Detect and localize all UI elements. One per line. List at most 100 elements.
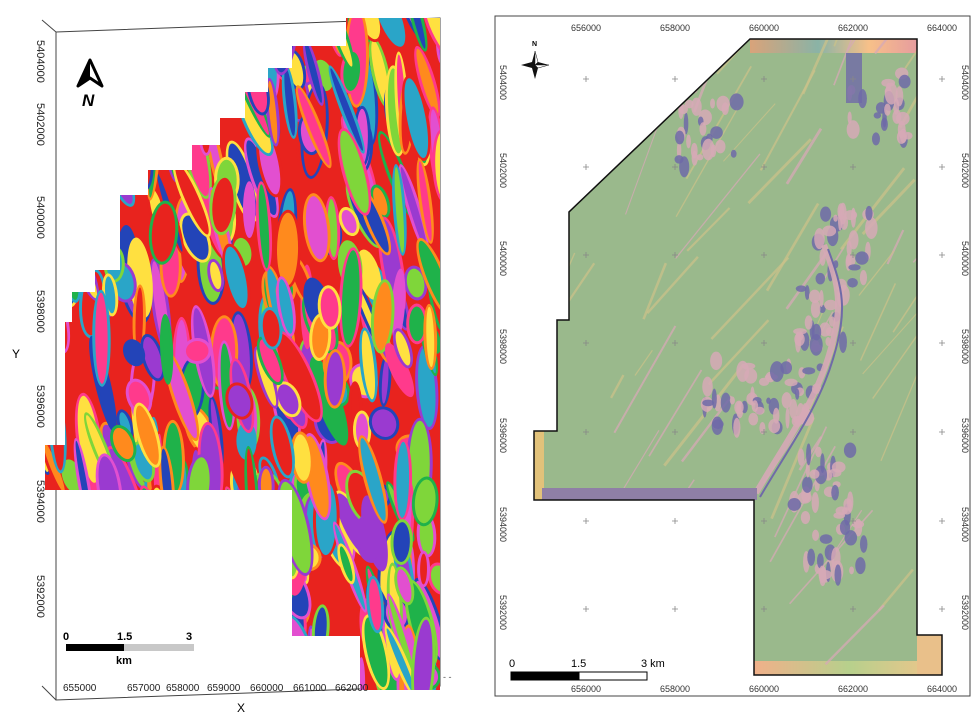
anomaly-blob	[178, 25, 192, 113]
relief-feature	[802, 367, 816, 375]
anomaly-blob	[191, 91, 216, 140]
anomaly-blob	[235, 26, 246, 80]
anomaly-blob	[77, 519, 107, 610]
anomaly-blob	[54, 18, 70, 79]
left-map-panel: N 0 1.5 3 km 5404000 5402000 5400000 539…	[0, 0, 470, 718]
relief-feature	[679, 156, 690, 178]
anomaly-blob	[204, 18, 240, 65]
relief-feature	[686, 134, 691, 149]
anomaly-blob-outline	[158, 494, 188, 585]
relief-feature	[811, 492, 819, 513]
left-north-label: N	[82, 91, 95, 110]
relief-feature	[675, 130, 685, 145]
right-y-tick-left: 5402000	[498, 153, 508, 188]
relief-feature	[855, 251, 869, 265]
relief-feature	[859, 535, 868, 553]
relief-feature	[849, 566, 854, 575]
anomaly-blob-outline	[162, 87, 184, 183]
right-x-tick-top: 664000	[927, 23, 957, 33]
anomaly-blob-outline	[202, 18, 242, 67]
right-scale-label-1: 1.5	[571, 658, 586, 670]
left-north-arrow-icon	[76, 58, 104, 88]
left-y-axis-label: Y	[12, 347, 20, 361]
anomaly-blob-outline	[185, 512, 225, 595]
anomaly-blob	[106, 111, 134, 163]
anomaly-blob-outline	[56, 147, 86, 240]
relief-feature	[780, 361, 793, 375]
anomaly-blob	[265, 524, 283, 610]
relief-feature	[811, 323, 822, 341]
anomaly-blob	[47, 168, 74, 227]
anomaly-blob-outline	[206, 499, 235, 543]
anomaly-blob	[238, 610, 270, 682]
right-y-tick-left: 5394000	[498, 507, 508, 542]
relief-feature	[884, 82, 898, 105]
anomaly-blob	[198, 109, 209, 151]
anomaly-blob	[194, 618, 217, 690]
anomaly-blob-outline	[198, 566, 218, 596]
anomaly-blob	[201, 569, 215, 593]
anomaly-blob-outline	[68, 578, 88, 665]
anomaly-blob-outline	[136, 140, 154, 191]
relief-feature	[702, 376, 713, 397]
relief-feature	[848, 230, 859, 250]
relief-feature	[702, 399, 715, 407]
anomaly-blob-outline	[220, 524, 240, 561]
anomaly-blob	[118, 538, 149, 630]
anomaly-blob	[200, 81, 217, 106]
left-y-tick: 5400000	[34, 196, 46, 239]
anomaly-blob-outline	[115, 518, 130, 554]
anomaly-blob-outline	[175, 22, 195, 116]
anomaly-blob	[139, 143, 151, 188]
anomaly-blob	[174, 535, 186, 600]
right-y-tick-left: 5392000	[498, 595, 508, 630]
right-x-tick-bottom: 660000	[749, 684, 779, 694]
left-y-ticks: 5404000 5402000 5400000 5398000 5396000 …	[34, 40, 46, 618]
anomaly-blob	[252, 542, 267, 584]
anomaly-blob	[166, 18, 177, 62]
relief-feature	[837, 203, 845, 220]
anomaly-blob-outline	[103, 108, 137, 166]
relief-feature	[712, 419, 724, 430]
relief-feature	[789, 399, 798, 419]
anomaly-blob	[45, 623, 46, 660]
right-scale-black-segment	[510, 671, 580, 681]
relief-feature	[710, 351, 723, 371]
anomaly-blob	[207, 638, 221, 666]
anomaly-blob-outline	[230, 566, 268, 642]
anomaly-blob	[245, 541, 276, 620]
relief-feature	[884, 103, 891, 116]
left-y-tick: 5404000	[34, 40, 46, 83]
anomaly-blob-outline	[120, 70, 152, 124]
anomaly-blob	[118, 521, 127, 551]
anomaly-blob-outline	[139, 485, 173, 567]
relief-feature	[701, 138, 715, 161]
relief-feature	[710, 126, 723, 139]
relief-feature	[865, 217, 878, 239]
relief-feature	[710, 98, 716, 109]
relief-feature	[733, 417, 741, 438]
anomaly-blob-outline	[204, 635, 224, 669]
anomaly-blob	[168, 633, 202, 690]
anomaly-blob-outline	[171, 532, 188, 603]
anomaly-blob	[241, 645, 252, 690]
anomaly-blob	[151, 560, 175, 583]
relief-feature	[715, 139, 726, 154]
anomaly-blob-outline	[266, 647, 285, 676]
anomaly-blob-outline	[233, 23, 249, 83]
relief-feature	[871, 132, 880, 146]
relief-feature	[833, 214, 838, 222]
relief-feature	[711, 388, 717, 409]
anomaly-blob-outline	[309, 640, 352, 690]
anomaly-blob	[93, 124, 127, 194]
relief-feature	[834, 564, 842, 586]
anomaly-blob	[233, 569, 265, 639]
anomaly-blob	[168, 591, 189, 665]
anomaly-blob-outline	[248, 509, 283, 570]
anomaly-blob	[310, 628, 322, 690]
anomaly-blob	[111, 484, 120, 542]
anomaly-blob-outline	[118, 545, 148, 583]
anomaly-blob	[214, 32, 236, 102]
anomaly-blob	[71, 27, 90, 65]
anomaly-blob-outline	[141, 73, 163, 160]
